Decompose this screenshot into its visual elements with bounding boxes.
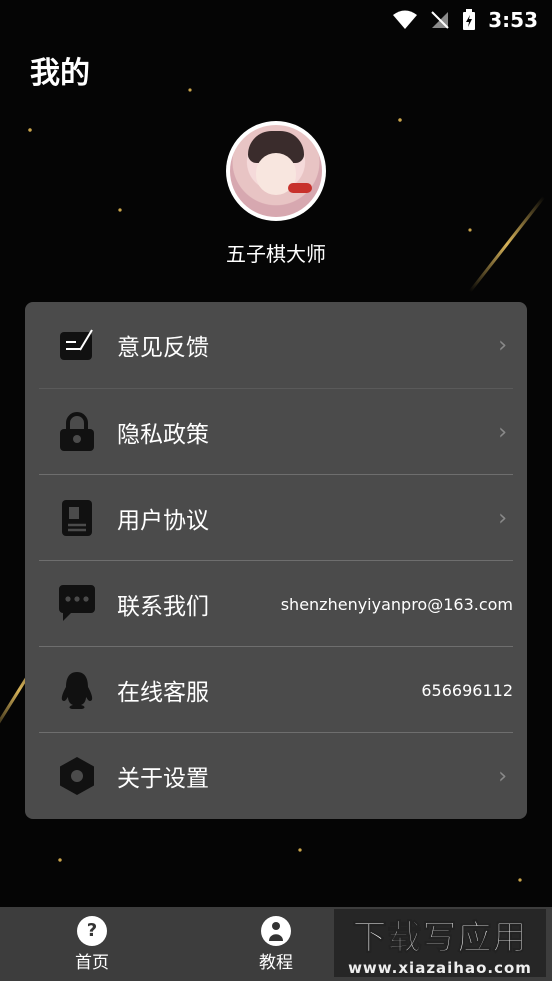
no-signal-icon — [430, 10, 450, 30]
qq-penguin-icon — [55, 668, 99, 712]
menu-item-contact[interactable]: 联系我们 shenzhenyiyanpro@163.com — [39, 561, 513, 647]
wifi-icon — [392, 10, 418, 30]
menu-item-label: 意见反馈 — [117, 335, 209, 361]
contact-email[interactable]: shenzhenyiyanpro@163.com — [281, 595, 513, 614]
service-qq-number[interactable]: 656696112 — [421, 681, 513, 700]
menu-item-online-service[interactable]: 在线客服 656696112 — [39, 647, 513, 733]
chevron-right-icon: › — [498, 419, 507, 445]
site-watermark: 下载写应用 www.xiazaihao.com — [334, 909, 546, 977]
person-circle-icon — [261, 915, 291, 946]
menu-item-label: 隐私政策 — [117, 422, 209, 448]
tab-label: 首页 — [75, 952, 109, 973]
avatar-image — [230, 125, 322, 217]
menu-item-privacy[interactable]: 隐私政策 › — [39, 389, 513, 475]
menu-item-user-agreement[interactable]: 用户协议 › — [39, 475, 513, 561]
watermark-url: www.xiazaihao.com — [348, 958, 532, 977]
menu-item-label: 用户协议 — [117, 508, 209, 534]
hexagon-settings-icon — [55, 754, 99, 798]
menu-card: 意见反馈 › 隐私政策 › 用户协议 › 联系我们 shenzhenyiyanp… — [25, 302, 527, 819]
menu-item-label: 关于设置 — [117, 766, 209, 792]
menu-item-label: 联系我们 — [117, 594, 209, 620]
edit-note-icon — [55, 323, 99, 367]
menu-item-label: 在线客服 — [117, 680, 209, 706]
battery-charging-icon — [462, 9, 476, 31]
question-circle-icon: ? — [77, 915, 107, 946]
chevron-right-icon: › — [498, 332, 507, 358]
chat-bubble-icon — [55, 582, 99, 626]
menu-item-about-settings[interactable]: 关于设置 › — [39, 733, 513, 819]
tab-home[interactable]: ? 首页 — [0, 907, 184, 981]
chevron-right-icon: › — [498, 505, 507, 531]
menu-item-feedback[interactable]: 意见反馈 › — [39, 302, 513, 388]
clock-time: 3:53 — [488, 8, 538, 32]
status-bar: 3:53 — [0, 0, 552, 40]
watermark-title: 下载写应用 — [352, 917, 528, 958]
page-title: 我的 — [30, 56, 90, 91]
username: 五子棋大师 — [226, 242, 326, 266]
lock-icon — [55, 410, 99, 454]
chevron-right-icon: › — [498, 763, 507, 789]
avatar[interactable] — [226, 121, 326, 221]
document-icon — [55, 496, 99, 540]
tab-label: 教程 — [259, 952, 293, 973]
